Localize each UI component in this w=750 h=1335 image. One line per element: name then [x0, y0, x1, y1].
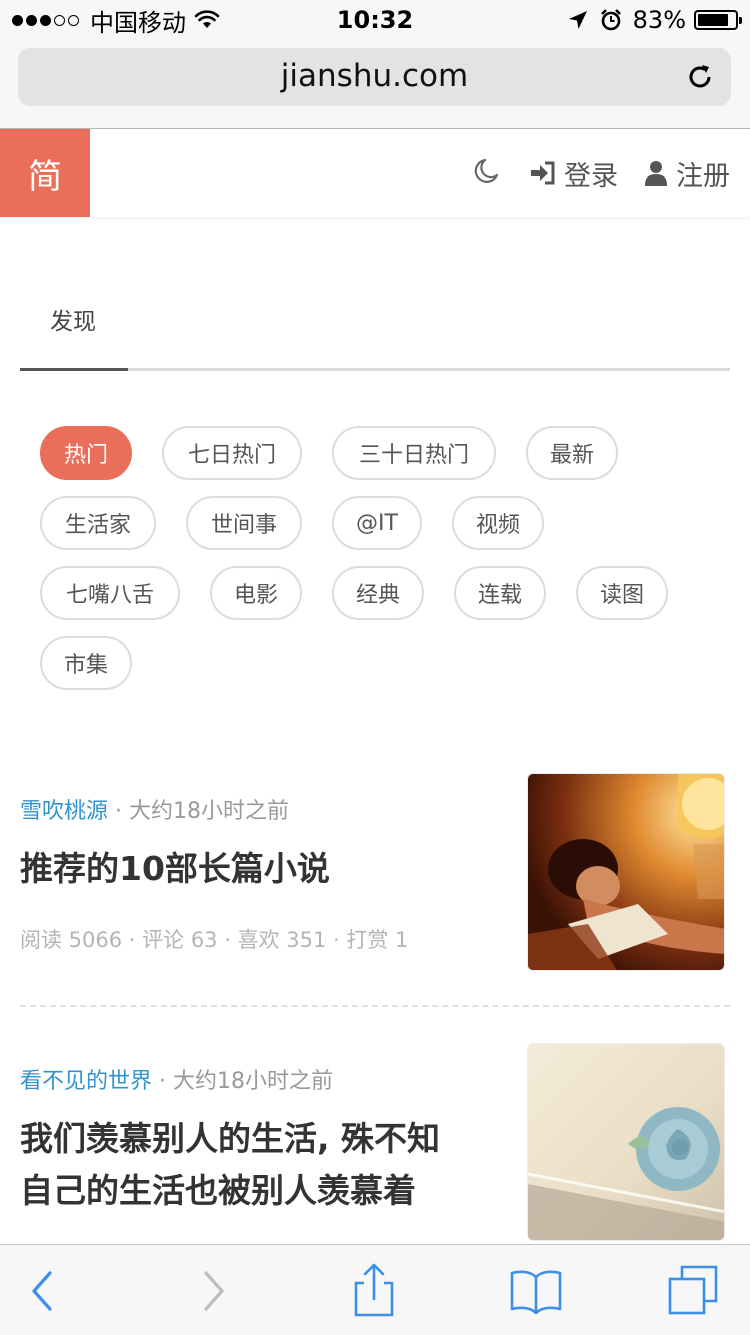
url-text[interactable]: jianshu.com: [18, 58, 731, 94]
browser-address-area: jianshu.com: [0, 40, 750, 129]
author-link[interactable]: 看不见的世界: [20, 1069, 152, 1094]
bookmarks-icon[interactable]: [508, 1263, 564, 1319]
tag-it[interactable]: @IT: [332, 496, 422, 550]
status-right: 83%: [567, 6, 742, 34]
alarm-clock-icon: [600, 9, 621, 31]
tag-chat[interactable]: 七嘴八舌: [40, 566, 180, 620]
tag-market[interactable]: 市集: [40, 636, 132, 690]
browser-toolbar: [0, 1244, 750, 1335]
site-header: 简 登录 注册: [0, 129, 750, 217]
tab-active-indicator: [20, 368, 128, 371]
register-button[interactable]: 注册: [644, 151, 730, 195]
address-bar[interactable]: jianshu.com: [18, 48, 731, 106]
article-stats: 阅读 5066 · 评论 63 · 喜欢 351 · 打赏 1: [20, 928, 409, 952]
meta-separator: ·: [115, 799, 130, 824]
article-meta: 看不见的世界 · 大约18小时之前: [20, 1063, 333, 1095]
moon-icon[interactable]: [470, 157, 500, 187]
share-icon[interactable]: [346, 1263, 402, 1319]
author-link[interactable]: 雪吹桃源: [20, 799, 108, 824]
post-time: 大约18小时之前: [129, 799, 290, 824]
tag-serial[interactable]: 连载: [454, 566, 546, 620]
register-label: 注册: [676, 160, 730, 192]
tag-world[interactable]: 世间事: [186, 496, 302, 550]
article-divider: [20, 1005, 730, 1007]
reading-girl-image: [528, 774, 724, 970]
status-bar: 中国移动 10:32 83%: [0, 0, 750, 40]
article-thumbnail[interactable]: [527, 1043, 725, 1241]
tab-discover[interactable]: 发现: [50, 302, 96, 336]
login-button[interactable]: 登录: [530, 151, 618, 195]
article-thumbnail[interactable]: [527, 773, 725, 971]
location-arrow-icon: [568, 11, 587, 29]
article-title[interactable]: 推荐的10部长篇小说: [20, 843, 330, 895]
reload-icon[interactable]: [685, 62, 715, 92]
login-label: 登录: [564, 160, 618, 192]
tag-classic[interactable]: 经典: [332, 566, 424, 620]
tag-movie[interactable]: 电影: [210, 566, 302, 620]
blue-rose-image: [528, 1044, 724, 1240]
tag-hot[interactable]: 热门: [40, 426, 132, 480]
tag-newest[interactable]: 最新: [526, 426, 618, 480]
article-title-line: 自己的生活也被别人羡慕着: [20, 1171, 416, 1210]
jianshu-logo[interactable]: 简: [0, 129, 90, 217]
battery-level: [698, 14, 728, 26]
post-time: 大约18小时之前: [173, 1069, 334, 1094]
article-meta: 雪吹桃源 · 大约18小时之前: [20, 793, 289, 825]
tag-weekly-hot[interactable]: 七日热门: [162, 426, 302, 480]
user-icon: [645, 161, 667, 186]
tag-pictures[interactable]: 读图: [576, 566, 668, 620]
tag-video[interactable]: 视频: [452, 496, 544, 550]
sign-in-icon: [531, 161, 555, 185]
battery-icon: [694, 10, 742, 30]
article-title[interactable]: 我们羡慕别人的生活, 殊不知 自己的生活也被别人羡慕着: [20, 1113, 500, 1217]
forward-icon[interactable]: [186, 1263, 242, 1319]
article-title-line: 我们羡慕别人的生活, 殊不知: [20, 1119, 441, 1158]
meta-separator: ·: [159, 1069, 174, 1094]
tabs-icon[interactable]: [666, 1263, 722, 1319]
tag-monthly-hot[interactable]: 三十日热门: [332, 426, 496, 480]
battery-percent: 83%: [632, 6, 686, 34]
tag-life[interactable]: 生活家: [40, 496, 156, 550]
back-icon[interactable]: [18, 1263, 74, 1319]
